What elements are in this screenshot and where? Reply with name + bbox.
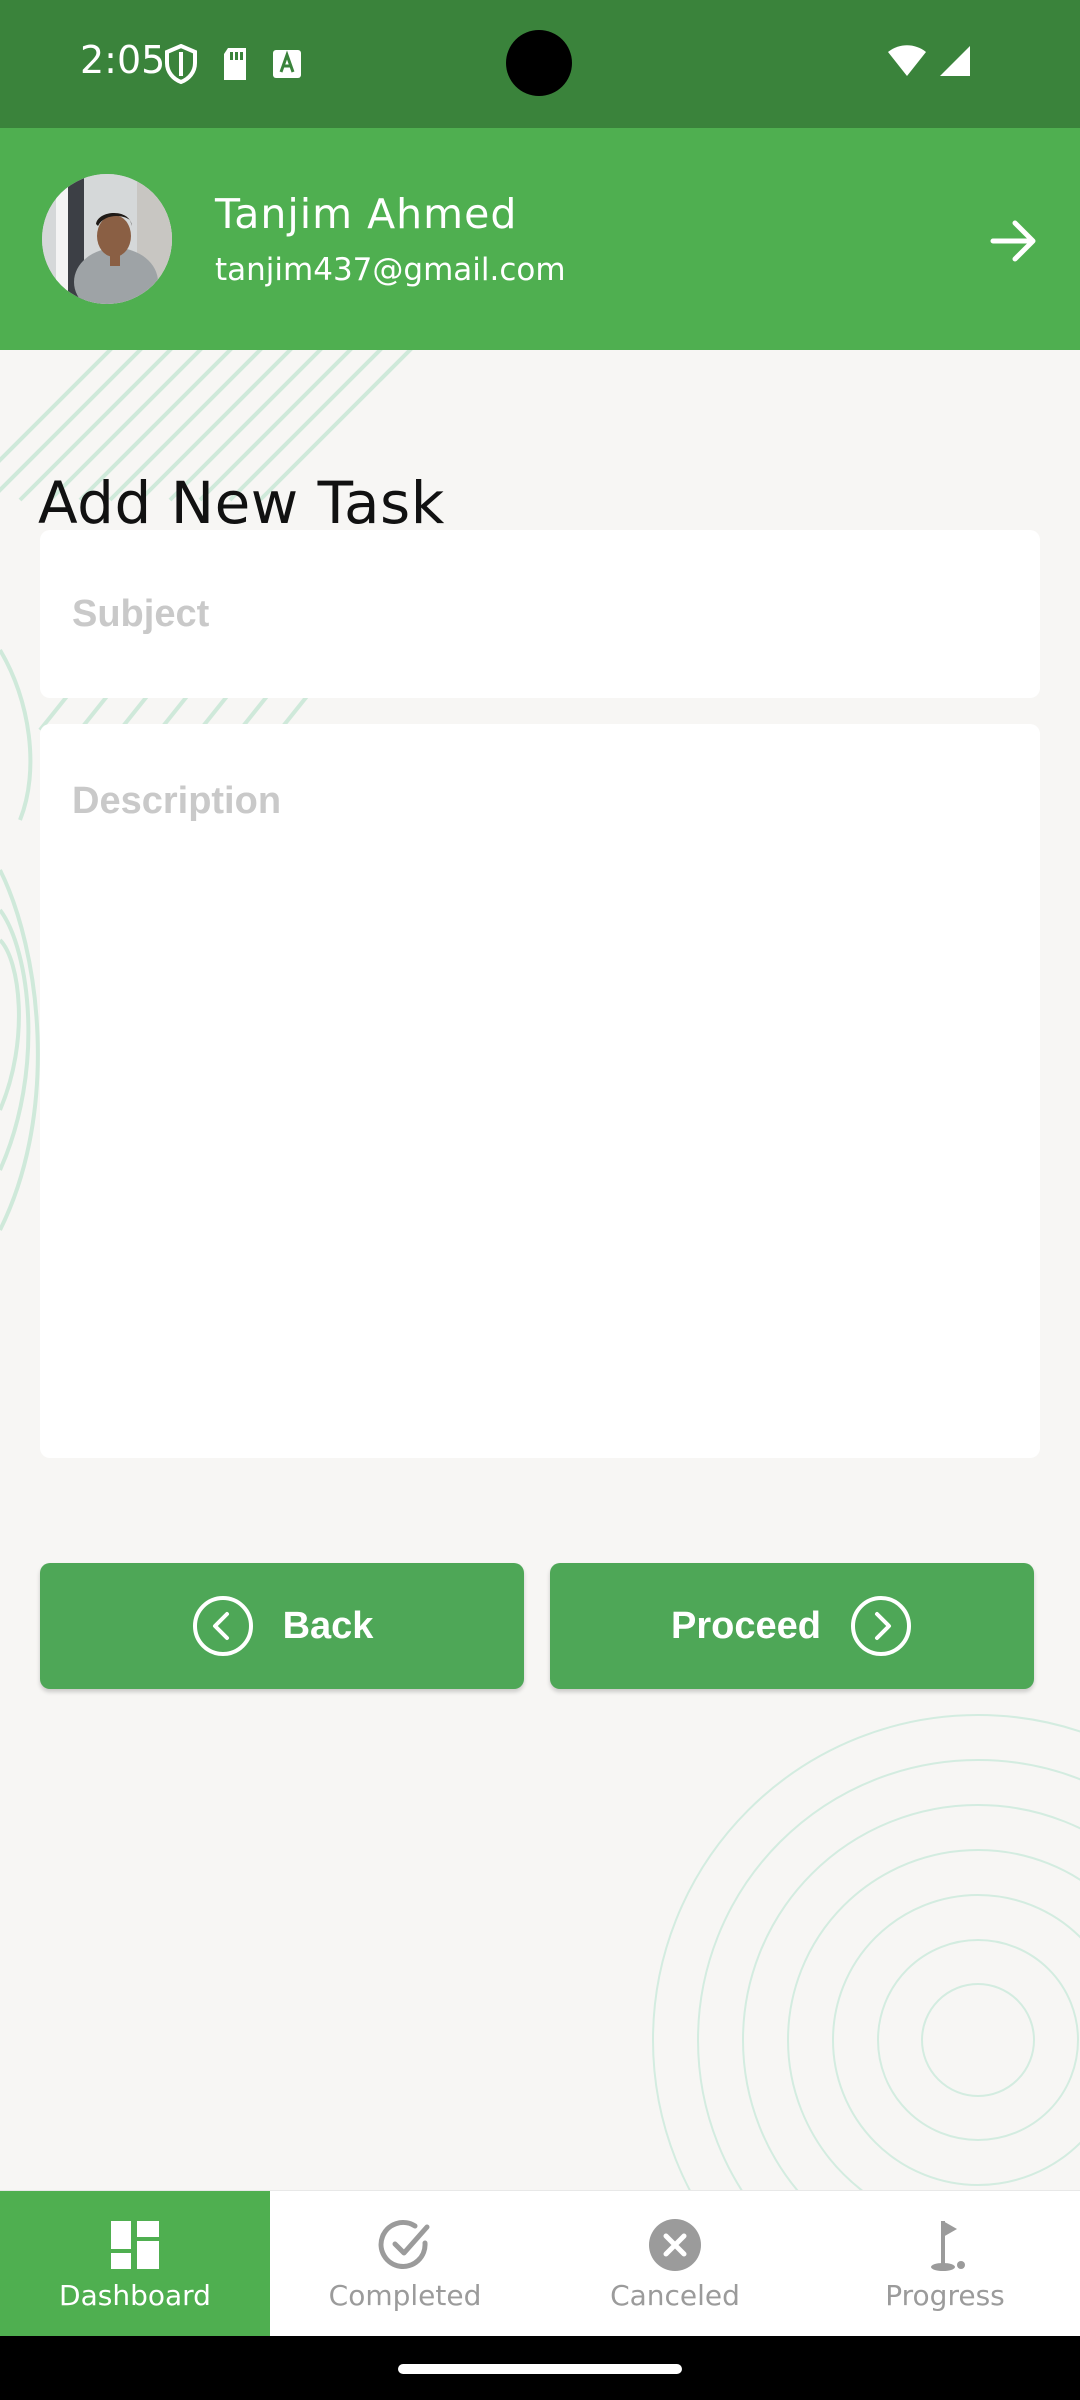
subject-input[interactable]	[40, 530, 1040, 698]
description-textarea[interactable]	[40, 724, 1040, 1458]
nav-item-canceled[interactable]: Canceled	[540, 2191, 810, 2337]
user-email: tanjim437@gmail.com	[215, 252, 566, 288]
chevron-right-circle-icon	[850, 1596, 911, 1656]
nav-label-canceled: Canceled	[610, 2278, 740, 2312]
nav-item-dashboard[interactable]: Dashboard	[0, 2191, 270, 2337]
sd-card-icon	[224, 48, 246, 80]
camera-cutout	[506, 30, 572, 96]
user-name: Tanjim Ahmed	[215, 190, 518, 238]
wifi-icon	[888, 45, 926, 76]
status-bar: 2:05	[0, 0, 1080, 128]
nav-label-completed: Completed	[328, 2278, 482, 2312]
system-gesture-bar	[0, 2336, 1080, 2400]
golf-flag-icon	[931, 2220, 965, 2271]
keyboard-a-icon	[273, 50, 301, 78]
nav-label-dashboard: Dashboard	[59, 2278, 211, 2312]
arrow-right-icon[interactable]	[985, 212, 1043, 270]
nav-item-progress[interactable]: Progress	[810, 2191, 1080, 2337]
avatar-photo	[42, 174, 172, 304]
status-time: 2:05	[80, 38, 166, 82]
page-title: Add New Task	[38, 468, 445, 537]
check-circle-icon	[378, 2219, 430, 2269]
bottom-navigation: Dashboard Completed Canceled Progress	[0, 2190, 1080, 2337]
back-button-label: Back	[282, 1604, 374, 1647]
home-indicator[interactable]	[398, 2364, 682, 2374]
avatar[interactable]	[42, 174, 172, 304]
status-system-icons	[886, 44, 972, 78]
profile-header: Tanjim Ahmed tanjim437@gmail.com	[0, 128, 1080, 350]
dashboard-icon	[111, 2220, 159, 2269]
nav-label-progress: Progress	[885, 2278, 1005, 2312]
shield-icon	[165, 44, 197, 84]
background-decoration-circles	[652, 1714, 1080, 2190]
chevron-left-circle-icon	[192, 1596, 253, 1656]
proceed-button[interactable]: Proceed	[550, 1563, 1034, 1689]
back-button[interactable]: Back	[40, 1563, 524, 1689]
cancel-circle-icon	[649, 2218, 701, 2271]
signal-icon	[940, 46, 970, 76]
nav-item-completed[interactable]: Completed	[270, 2191, 540, 2337]
status-notification-icons	[164, 44, 302, 84]
proceed-button-label: Proceed	[671, 1604, 821, 1647]
